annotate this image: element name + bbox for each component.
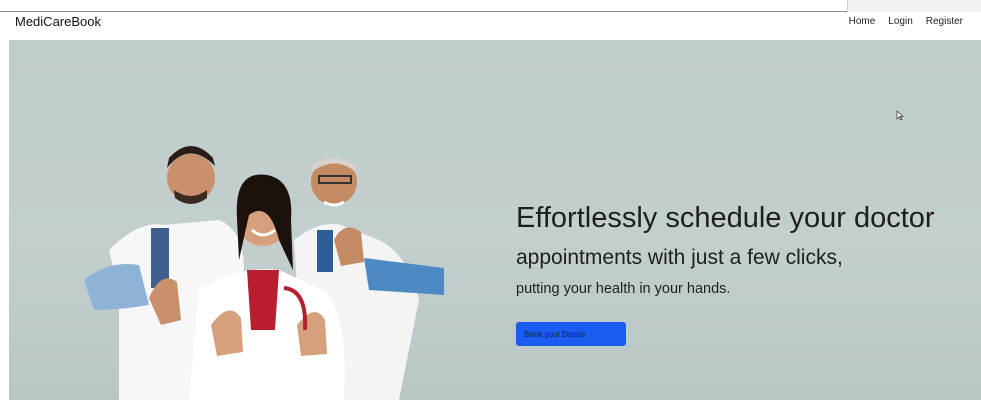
nav-links: Home Login Register: [849, 16, 963, 27]
hero-subheadline: appointments with just a few clicks,: [516, 246, 843, 269]
page-frame: MediCareBook Home Login Register Effortl…: [9, 12, 981, 400]
browser-corner-panel: [847, 0, 981, 12]
hero-tagline: putting your health in your hands.: [516, 281, 731, 297]
doctors-illustration: [84, 146, 444, 400]
browser-top-strip: [0, 0, 981, 12]
nav-register-link[interactable]: Register: [926, 16, 963, 27]
nav-login-link[interactable]: Login: [888, 16, 912, 27]
nav-home-link[interactable]: Home: [849, 16, 876, 27]
book-doctor-button[interactable]: Book your Doctor: [516, 322, 626, 346]
hero-section: Effortlessly schedule your doctor appoin…: [9, 40, 981, 400]
brand-logo[interactable]: MediCareBook: [15, 14, 101, 29]
navbar: MediCareBook Home Login Register: [9, 12, 981, 40]
hero-headline: Effortlessly schedule your doctor: [516, 202, 935, 234]
mouse-cursor-icon: [896, 110, 904, 121]
